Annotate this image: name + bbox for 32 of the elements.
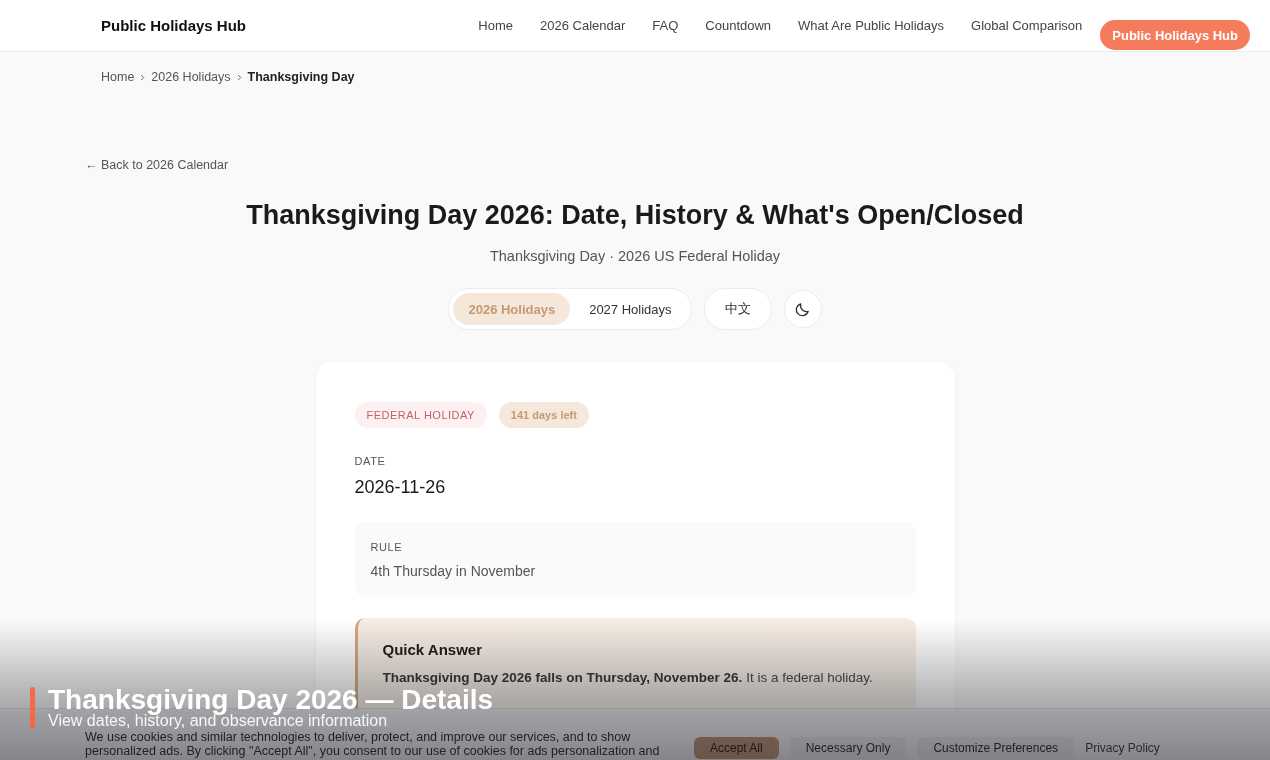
- cookie-option-button[interactable]: Necessary Only: [789, 737, 907, 759]
- rule-label: RULE: [370, 541, 404, 553]
- accent-bar: [30, 687, 35, 729]
- dark-mode-toggle[interactable]: [783, 290, 822, 328]
- privacy-policy-link[interactable]: Privacy Policy: [1085, 741, 1160, 755]
- page-subtitle: Thanksgiving Day · 2026 US Federal Holiday: [488, 247, 782, 266]
- cookie-option-button[interactable]: Customize Preferences: [917, 737, 1075, 759]
- quick-answer-title: Quick Answer: [382, 640, 483, 660]
- nav-link[interactable]: 2026 Calendar: [540, 18, 626, 33]
- page-title: Thanksgiving Day 2026: Date, History & What's Open/Closed: [245, 199, 1025, 232]
- site-logo-text[interactable]: Public Holidays Hub: [101, 17, 247, 34]
- language-button[interactable]: 中文: [703, 288, 772, 330]
- nav-link[interactable]: Countdown: [705, 18, 772, 33]
- breadcrumb-link[interactable]: Thanksgiving Day: [247, 69, 355, 85]
- nav-link[interactable]: FAQ: [652, 18, 679, 33]
- nav-link[interactable]: Global Comparison: [971, 18, 1083, 33]
- breadcrumb-link[interactable]: 2026 Holidays: [151, 69, 231, 85]
- breadcrumb-link[interactable]: Home: [101, 69, 135, 85]
- back-link[interactable]: ← Back to 2026 Calendar: [85, 157, 229, 173]
- year-tab[interactable]: 2027 Holidays: [574, 293, 687, 325]
- holiday-type-badge: FEDERAL HOLIDAY: [354, 402, 487, 428]
- countdown-badge: 141 days left: [498, 402, 589, 428]
- cookie-notice-text: We use cookies and similar technologies to deliver, protect, and improve our services, and to show personalized ads. By clicking "Accept All", you consent to our use of cookies for ads personalization and: [85, 730, 661, 758]
- quick-answer-text: Thanksgiving Day 2026 falls on Thursday, November 26. It is a federal holiday.: [382, 669, 874, 686]
- chevron-icon: [236, 73, 242, 81]
- date-value: 2026-11-26: [354, 476, 447, 499]
- date-label: DATE: [354, 455, 387, 467]
- nav-link[interactable]: Home: [478, 18, 513, 33]
- moon-icon: [794, 300, 812, 318]
- nav-link[interactable]: What Are Public Holidays: [798, 18, 945, 33]
- chevron-icon: [140, 73, 146, 81]
- rule-value: 4th Thursday in November: [370, 562, 537, 580]
